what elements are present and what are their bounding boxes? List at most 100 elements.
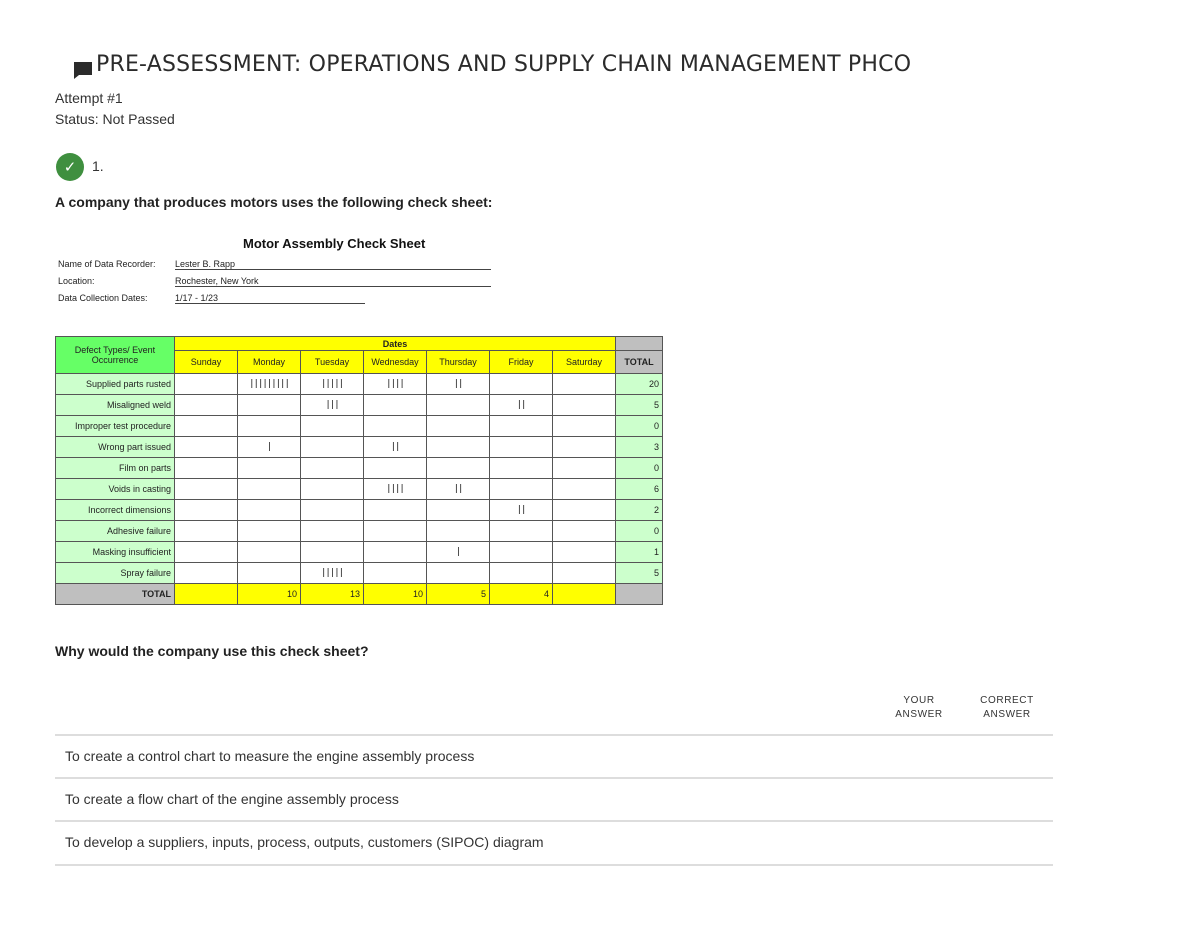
tally-cell: |||||: [300, 562, 364, 584]
day-total: 10: [237, 583, 301, 605]
tally-cell: [489, 478, 553, 500]
day-header: Friday: [489, 350, 553, 374]
answer-option[interactable]: To develop a suppliers, inputs, process,…: [55, 820, 1053, 862]
dates-value: 1/17 - 1/23: [175, 293, 365, 304]
day-header: Tuesday: [300, 350, 364, 374]
question-prompt: Why would the company use this check she…: [55, 643, 369, 659]
row-total: 5: [615, 394, 664, 416]
day-total: 10: [363, 583, 427, 605]
day-total: [551, 583, 617, 605]
tally-cell: [300, 541, 364, 563]
answer-option[interactable]: To create a control chart to measure the…: [55, 734, 1053, 776]
answer-table-bottom-border: [55, 864, 1053, 866]
tally-cell: [363, 541, 427, 563]
tally-cell: [426, 436, 490, 458]
row-total: 6: [615, 478, 664, 500]
tally-cell: [237, 394, 301, 416]
tally-cell: [363, 562, 427, 584]
defect-type-label: Film on parts: [55, 457, 175, 479]
day-header: Wednesday: [363, 350, 427, 374]
page-title: PRE-ASSESSMENT: OPERATIONS AND SUPPLY CH…: [74, 52, 911, 79]
tally-cell: [363, 394, 427, 416]
tally-cell: |||: [300, 394, 364, 416]
location-label: Location:: [58, 276, 95, 286]
location-value: Rochester, New York: [175, 276, 491, 287]
tally-cell: [489, 436, 553, 458]
tally-cell: [489, 457, 553, 479]
tally-cell: ||||: [363, 478, 427, 500]
tally-cell: [237, 478, 301, 500]
tally-cell: ||: [426, 373, 490, 395]
answer-option[interactable]: To create a flow chart of the engine ass…: [55, 777, 1053, 819]
check-sheet-row: Spray failure ||||| 5: [55, 562, 664, 584]
tally-cell: [551, 457, 617, 479]
tally-cell: [363, 499, 427, 521]
tally-cell: [174, 562, 238, 584]
total-header: TOTAL: [615, 350, 664, 374]
tally-cell: [237, 562, 301, 584]
dates-label: Data Collection Dates:: [58, 293, 148, 303]
defect-type-label: Adhesive failure: [55, 520, 175, 542]
tally-cell: [489, 373, 553, 395]
check-sheet-image: Motor Assembly Check Sheet Name of Data …: [55, 232, 665, 614]
row-total: 0: [615, 457, 664, 479]
tally-cell: [426, 394, 490, 416]
tally-cell: [237, 520, 301, 542]
attempt-label: Attempt #1: [55, 90, 123, 106]
row-total: 2: [615, 499, 664, 521]
tally-cell: [426, 457, 490, 479]
status-label: Status: Not Passed: [55, 111, 175, 127]
check-sheet-title: Motor Assembly Check Sheet: [243, 236, 426, 251]
tally-cell: ||: [426, 478, 490, 500]
row-total: 3: [615, 436, 664, 458]
question-intro: A company that produces motors uses the …: [55, 194, 493, 210]
tally-cell: [174, 478, 238, 500]
tally-cell: [551, 562, 617, 584]
tally-cell: [174, 499, 238, 521]
check-sheet-row: Voids in casting |||| || 6: [55, 478, 664, 500]
row-total: 5: [615, 562, 664, 584]
defect-type-label: Voids in casting: [55, 478, 175, 500]
tally-cell: [426, 499, 490, 521]
day-total: 4: [489, 583, 553, 605]
dates-header: Dates: [173, 335, 617, 352]
check-sheet-row: Adhesive failure 0: [55, 520, 664, 542]
your-answer-header: YOUR ANSWER: [895, 695, 943, 720]
tally-cell: [551, 436, 617, 458]
tally-cell: [363, 457, 427, 479]
row-total: 20: [615, 373, 664, 395]
tally-cell: [551, 373, 617, 395]
tally-cell: [237, 499, 301, 521]
tally-cell: [551, 541, 617, 563]
day-total: 5: [426, 583, 490, 605]
day-header: Saturday: [551, 350, 617, 374]
tally-cell: [489, 520, 553, 542]
tally-cell: [426, 520, 490, 542]
defect-type-label: Masking insufficient: [55, 541, 175, 563]
defect-header: Defect Types/ Event Occurrence: [55, 336, 175, 374]
check-sheet-row: Incorrect dimensions || 2: [55, 499, 664, 521]
tally-cell: [489, 541, 553, 563]
totals-row: TOTAL 10 13 10 5 4: [55, 583, 664, 605]
check-sheet-row: Film on parts 0: [55, 457, 664, 479]
defect-type-label: Supplied parts rusted: [55, 373, 175, 395]
defect-type-label: Misaligned weld: [55, 394, 175, 416]
grand-total-cell: [615, 583, 664, 605]
tally-cell: [426, 562, 490, 584]
tally-cell: [551, 394, 617, 416]
tally-cell: [489, 415, 553, 437]
row-total: 0: [615, 415, 664, 437]
tally-cell: [237, 457, 301, 479]
tally-cell: [174, 520, 238, 542]
recorder-value: Lester B. Rapp: [175, 259, 491, 270]
tally-cell: [551, 520, 617, 542]
day-total: [174, 583, 238, 605]
check-sheet-row: Improper test procedure 0: [55, 415, 664, 437]
tally-cell: [363, 415, 427, 437]
row-total: 0: [615, 520, 664, 542]
tally-cell: [237, 541, 301, 563]
day-total: 13: [300, 583, 364, 605]
check-sheet-row: Misaligned weld ||| || 5: [55, 394, 664, 416]
tally-cell: [300, 520, 364, 542]
day-header: Monday: [237, 350, 301, 374]
